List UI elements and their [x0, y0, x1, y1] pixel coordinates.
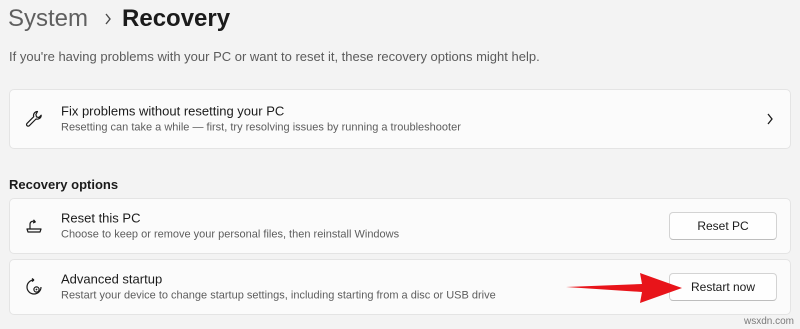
advanced-startup-title: Advanced startup: [61, 271, 163, 287]
section-title-recovery-options: Recovery options: [9, 177, 119, 192]
breadcrumb: System Recovery: [8, 4, 230, 34]
reset-pc-button[interactable]: Reset PC: [669, 212, 777, 240]
page-title: Recovery: [122, 5, 231, 32]
wrench-icon: [24, 109, 44, 129]
fix-problems-title: Fix problems without resetting your PC: [61, 103, 285, 119]
reset-pc-icon: [24, 216, 44, 236]
reset-pc-subtitle: Choose to keep or remove your personal f…: [61, 228, 400, 241]
fix-problems-subtitle: Resetting can take a while — first, try …: [61, 121, 461, 134]
advanced-startup-icon: [24, 277, 44, 297]
intro-text: If you're having problems with your PC o…: [9, 49, 540, 64]
fix-problems-card[interactable]: Fix problems without resetting your PC R…: [9, 89, 791, 149]
chevron-right-icon: [764, 113, 776, 125]
advanced-startup-subtitle: Restart your device to change startup se…: [61, 289, 496, 302]
chevron-right-icon: [104, 13, 112, 25]
reset-pc-title: Reset this PC: [61, 210, 141, 226]
watermark: wsxdn.com: [743, 316, 794, 327]
restart-now-button[interactable]: Restart now: [669, 273, 777, 301]
breadcrumb-system-link[interactable]: System: [8, 5, 88, 33]
annotation-arrow-icon: [566, 273, 682, 303]
reset-pc-card: Reset this PC Choose to keep or remove y…: [9, 198, 791, 254]
